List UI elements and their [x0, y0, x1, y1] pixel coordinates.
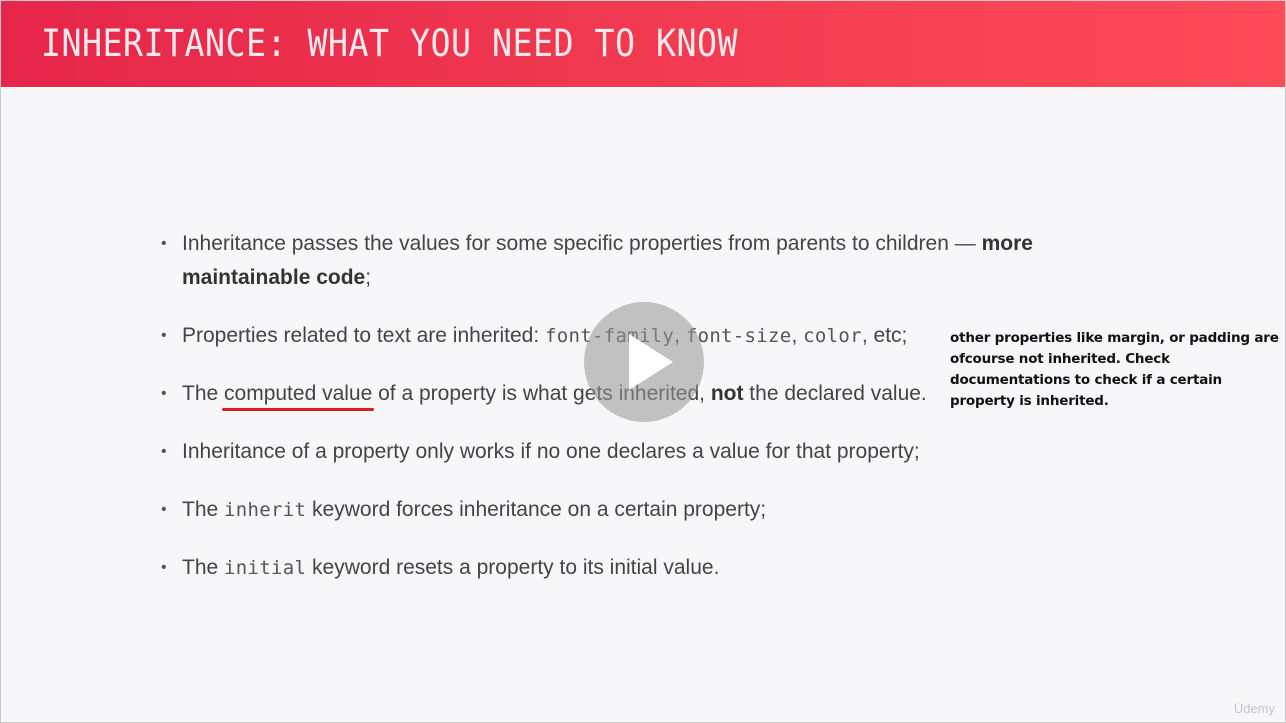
list-item: • The initial keyword resets a property … [161, 551, 1061, 585]
computed-value-highlight: computed value [222, 382, 375, 411]
bullet-dot: • [161, 501, 167, 518]
red-underline-annotation [222, 408, 375, 411]
bullet-text: Inheritance passes the values for some s… [182, 232, 982, 255]
bullet-text: keyword resets a property to its initial… [306, 556, 720, 579]
bullet-text: The [182, 498, 225, 521]
bullet-text: , etc; [861, 324, 908, 347]
list-item: • Inheritance of a property only works i… [161, 435, 1061, 469]
list-item: • Inheritance passes the values for some… [161, 227, 1061, 295]
code-inherit: inherit [224, 499, 307, 521]
bullet-text: keyword forces inheritance on a certain … [306, 498, 767, 521]
slide: INHERITANCE: WHAT YOU NEED TO KNOW • Inh… [0, 0, 1286, 723]
bullet-text: The [182, 556, 225, 579]
bullet-dot: • [161, 327, 167, 344]
list-item: • The inherit keyword forces inheritance… [161, 493, 1061, 527]
bullet-text: the declared value. [743, 382, 927, 405]
underlined-text: computed value [224, 382, 373, 405]
bullet-dot: • [161, 385, 167, 402]
slide-header: INHERITANCE: WHAT YOU NEED TO KNOW [1, 1, 1285, 87]
slide-title: INHERITANCE: WHAT YOU NEED TO KNOW [41, 22, 738, 65]
bullet-text: Properties related to text are inherited… [182, 324, 546, 347]
bullet-text: The [182, 382, 225, 405]
play-icon[interactable] [629, 334, 673, 390]
bullet-text: ; [365, 266, 372, 289]
bullet-list: • Inheritance passes the values for some… [161, 227, 1061, 609]
bullet-dot: • [161, 559, 167, 576]
bullet-dot: • [161, 443, 167, 460]
bullet-dot: • [161, 235, 167, 252]
code-color: color [803, 325, 862, 347]
udemy-watermark: Üdemy [1233, 701, 1275, 716]
bullet-text: Inheritance of a property only works if … [182, 440, 920, 463]
separator: , [791, 324, 804, 347]
bullet-bold-text: not [710, 382, 744, 405]
code-initial: initial [224, 557, 307, 579]
play-button[interactable] [584, 302, 704, 422]
annotation-note: other properties like margin, or padding… [950, 330, 1279, 409]
code-font-size: font-size [685, 325, 792, 347]
